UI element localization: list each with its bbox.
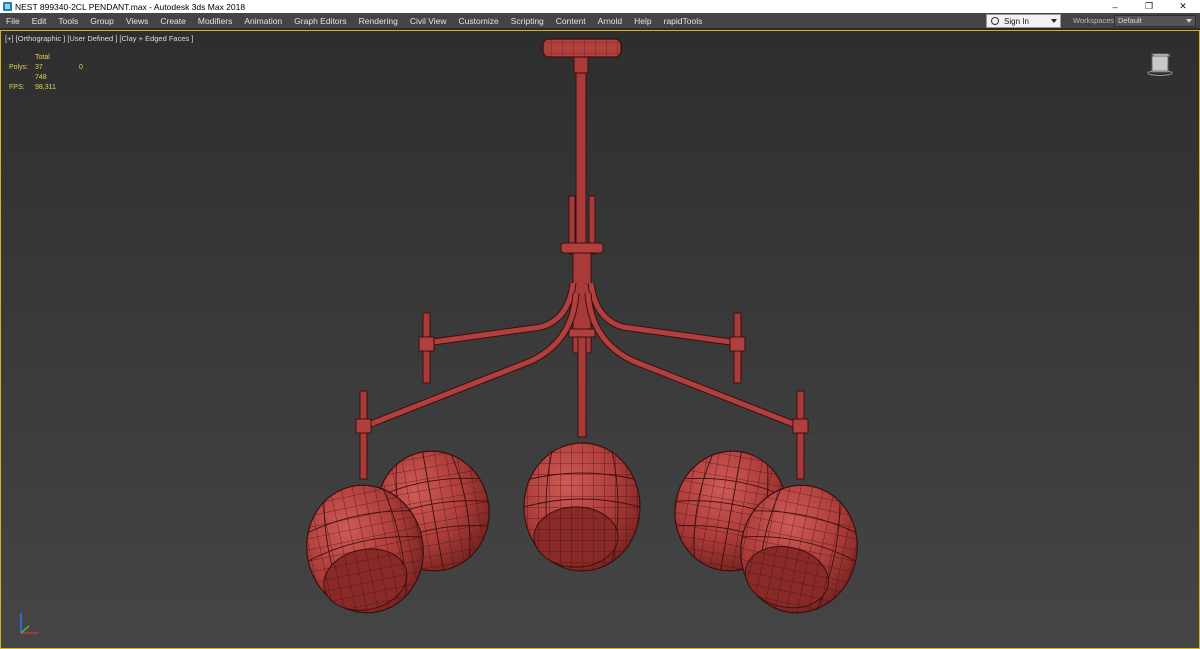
menu-group[interactable]: Group — [84, 13, 120, 29]
sign-in-label: Sign In — [1004, 16, 1029, 26]
restore-button[interactable]: ❐ — [1132, 0, 1166, 13]
workspace-select[interactable]: Default — [1114, 15, 1196, 27]
axis-tripod-icon — [20, 613, 39, 634]
menu-file[interactable]: File — [0, 13, 26, 29]
workspace-value: Default — [1118, 16, 1142, 25]
viewport-label[interactable]: [+] [Orthographic ] [User Defined ] [Cla… — [5, 34, 193, 43]
menu-arnold[interactable]: Arnold — [592, 13, 629, 29]
menu-rendering[interactable]: Rendering — [353, 13, 404, 29]
menu-animation[interactable]: Animation — [238, 13, 288, 29]
menu-views[interactable]: Views — [120, 13, 155, 29]
title-bar: NEST 899340-2CL PENDANT.max - Autodesk 3… — [0, 0, 1200, 13]
app-icon[interactable] — [3, 2, 12, 11]
menu-tools[interactable]: Tools — [52, 13, 84, 29]
menu-customize[interactable]: Customize — [453, 13, 505, 29]
menu-content[interactable]: Content — [550, 13, 592, 29]
chevron-down-icon — [1186, 19, 1192, 23]
menu-help[interactable]: Help — [628, 13, 657, 29]
minimize-button[interactable]: – — [1098, 0, 1132, 13]
menu-civil-view[interactable]: Civil View — [404, 13, 453, 29]
window-controls: – ❐ ✕ — [1098, 0, 1200, 13]
stats-header: Total — [35, 54, 50, 61]
pendant-lamp-model[interactable] — [1, 31, 1199, 648]
close-button[interactable]: ✕ — [1166, 0, 1200, 13]
menu-bar: File Edit Tools Group Views Create Modif… — [0, 13, 1200, 29]
polys-selected: 0 — [79, 64, 83, 71]
polys-value: 37 748 — [35, 64, 47, 81]
perspective-viewport[interactable]: [+] [Orthographic ] [User Defined ] [Cla… — [0, 30, 1200, 649]
user-icon — [991, 17, 999, 25]
menu-rapidtools[interactable]: rapidTools — [658, 13, 709, 29]
menu-edit[interactable]: Edit — [26, 13, 53, 29]
workspaces-label: Workspaces: — [1073, 16, 1117, 25]
menu-modifiers[interactable]: Modifiers — [192, 13, 238, 29]
menu-create[interactable]: Create — [154, 13, 192, 29]
sign-in-dropdown[interactable]: Sign In — [986, 14, 1061, 28]
chevron-down-icon — [1051, 19, 1057, 23]
window-title: NEST 899340-2CL PENDANT.max - Autodesk 3… — [15, 1, 246, 12]
viewcube-icon[interactable] — [1147, 51, 1173, 77]
fps-value: 98,311 — [35, 84, 56, 91]
menu-scripting[interactable]: Scripting — [505, 13, 550, 29]
menu-graph-editors[interactable]: Graph Editors — [288, 13, 352, 29]
